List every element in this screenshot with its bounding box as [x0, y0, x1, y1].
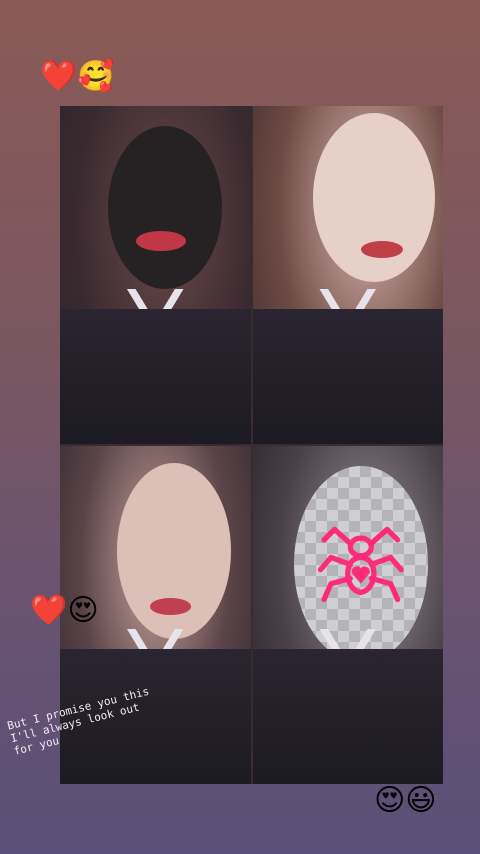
photo-tile-2[interactable] [252, 106, 443, 444]
shirt [60, 308, 251, 444]
bottom-emoji-sticker[interactable]: 😍😃 [374, 786, 437, 816]
lips [136, 231, 186, 252]
spider-sticker-icon[interactable] [317, 507, 405, 622]
photo-tile-1[interactable] [60, 106, 251, 444]
photo-collage [60, 106, 443, 784]
top-emoji-sticker[interactable]: ❤️🥰 [40, 62, 115, 92]
middle-emoji-sticker[interactable]: ❤️😍 [30, 596, 99, 626]
photo-tile-4[interactable] [252, 446, 443, 784]
face-mask-area [107, 126, 222, 289]
shirt [252, 648, 443, 784]
shirt [252, 308, 443, 444]
lips [149, 598, 192, 615]
lips [361, 241, 403, 259]
story-screen: ❤️🥰 ❤️😍 But I promise you this I'll alwa… [0, 0, 480, 854]
